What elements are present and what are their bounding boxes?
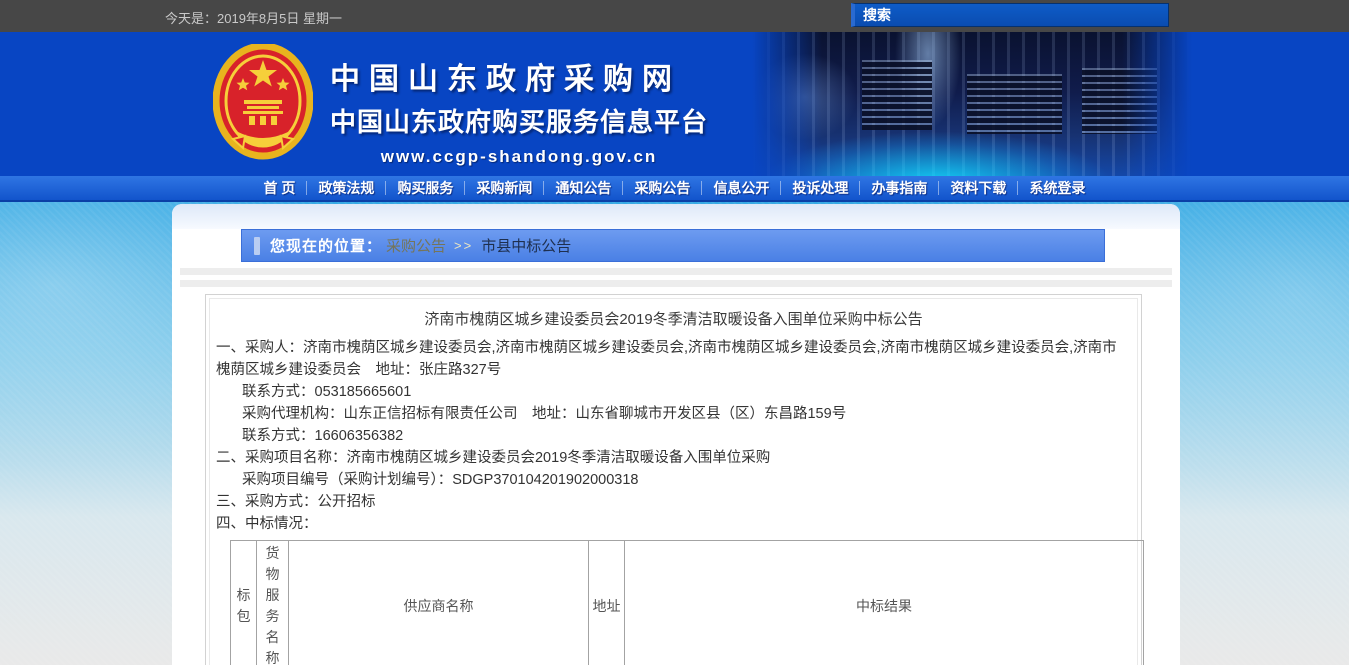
nav-item-procurement-announcements[interactable]: 采购公告 bbox=[623, 176, 701, 200]
announcement-body: 济南市槐荫区城乡建设委员会2019冬季清洁取暖设备入围单位采购中标公告 一、采购… bbox=[209, 298, 1138, 665]
breadcrumb-separator: >> bbox=[454, 238, 473, 253]
announcement-box: 济南市槐荫区城乡建设委员会2019冬季清洁取暖设备入围单位采购中标公告 一、采购… bbox=[205, 294, 1142, 665]
site-title-block: 中国山东政府采购网 中国山东政府购买服务信息平台 www.ccgp-shando… bbox=[330, 54, 708, 167]
table-header-3: 供应商名称 bbox=[289, 541, 589, 666]
main-navigation: 首 页政策法规购买服务采购新闻通知公告采购公告信息公开投诉处理办事指南资料下载系… bbox=[0, 176, 1349, 202]
nav-item-home[interactable]: 首 页 bbox=[253, 176, 307, 200]
separator-strip bbox=[180, 268, 1172, 275]
site-name: 中国山东政府采购网 bbox=[330, 54, 708, 98]
breadcrumb-accent-bar bbox=[254, 237, 260, 255]
content-container: 您现在的位置： 采购公告 >> 市县中标公告 济南市槐荫区城乡建设委员会2019… bbox=[172, 204, 1180, 665]
topbar: 今天是：2019年8月5日 星期一 搜索 bbox=[0, 0, 1349, 32]
announcement-paragraph: 联系方式：053185665601 bbox=[216, 381, 1131, 403]
nav-item-complaints[interactable]: 投诉处理 bbox=[781, 176, 859, 200]
table-header-1: 标包 bbox=[231, 541, 257, 666]
table-header-4: 地址 bbox=[589, 541, 625, 666]
city-nightscape-photo bbox=[752, 32, 1192, 176]
bid-result-table: 标包货物服务名称供应商名称地址中标结果 bbox=[230, 540, 1144, 665]
nav-item-policies[interactable]: 政策法规 bbox=[307, 176, 385, 200]
announcement-title: 济南市槐荫区城乡建设委员会2019冬季清洁取暖设备入围单位采购中标公告 bbox=[216, 309, 1131, 331]
announcement-paragraph: 采购项目编号（采购计划编号）：SDGP370104201902000318 bbox=[216, 469, 1131, 491]
breadcrumb-current-page: 市县中标公告 bbox=[481, 235, 571, 256]
nav-item-procurement-news[interactable]: 采购新闻 bbox=[465, 176, 543, 200]
current-date-text: 今天是：2019年8月5日 星期一 bbox=[165, 8, 342, 27]
separator-strip bbox=[180, 280, 1172, 287]
search-label: 搜索 bbox=[863, 7, 891, 23]
site-url: www.ccgp-shandong.gov.cn bbox=[330, 147, 708, 167]
breadcrumb-label: 您现在的位置： bbox=[270, 235, 382, 256]
breadcrumb: 您现在的位置： 采购公告 >> 市县中标公告 bbox=[241, 229, 1105, 262]
platform-name: 中国山东政府购买服务信息平台 bbox=[330, 102, 708, 139]
nav-item-notices[interactable]: 通知公告 bbox=[544, 176, 622, 200]
page-background: 您现在的位置： 采购公告 >> 市县中标公告 济南市槐荫区城乡建设委员会2019… bbox=[0, 202, 1349, 665]
breadcrumb-category-link[interactable]: 采购公告 bbox=[386, 235, 446, 256]
table-header-5: 中标结果 bbox=[625, 541, 1144, 666]
announcement-paragraph: 二、采购项目名称：济南市槐荫区城乡建设委员会2019冬季清洁取暖设备入围单位采购 bbox=[216, 447, 1131, 469]
table-header-2: 货物服务名称 bbox=[257, 541, 289, 666]
announcement-paragraph: 四、中标情况： bbox=[216, 513, 1131, 535]
search-input[interactable]: 搜索 bbox=[851, 3, 1169, 27]
container-top-band bbox=[172, 204, 1180, 229]
nav-item-purchase-services[interactable]: 购买服务 bbox=[386, 176, 464, 200]
nav-item-info-disclosure[interactable]: 信息公开 bbox=[702, 176, 780, 200]
announcement-paragraph: 三、采购方式：公开招标 bbox=[216, 491, 1131, 513]
announcement-paragraph: 联系方式：16606356382 bbox=[216, 425, 1131, 447]
site-banner: 中国山东政府采购网 中国山东政府购买服务信息平台 www.ccgp-shando… bbox=[0, 32, 1349, 176]
announcement-paragraph: 一、采购人：济南市槐荫区城乡建设委员会,济南市槐荫区城乡建设委员会,济南市槐荫区… bbox=[216, 337, 1131, 381]
announcement-paragraph: 采购代理机构：山东正信招标有限责任公司 地址：山东省聊城市开发区县（区）东昌路1… bbox=[216, 403, 1131, 425]
nav-item-service-guide[interactable]: 办事指南 bbox=[860, 176, 938, 200]
national-emblem-logo bbox=[213, 44, 313, 162]
announcement-paragraphs: 一、采购人：济南市槐荫区城乡建设委员会,济南市槐荫区城乡建设委员会,济南市槐荫区… bbox=[216, 337, 1131, 535]
nav-item-system-login[interactable]: 系统登录 bbox=[1018, 176, 1096, 200]
nav-item-downloads[interactable]: 资料下载 bbox=[939, 176, 1017, 200]
